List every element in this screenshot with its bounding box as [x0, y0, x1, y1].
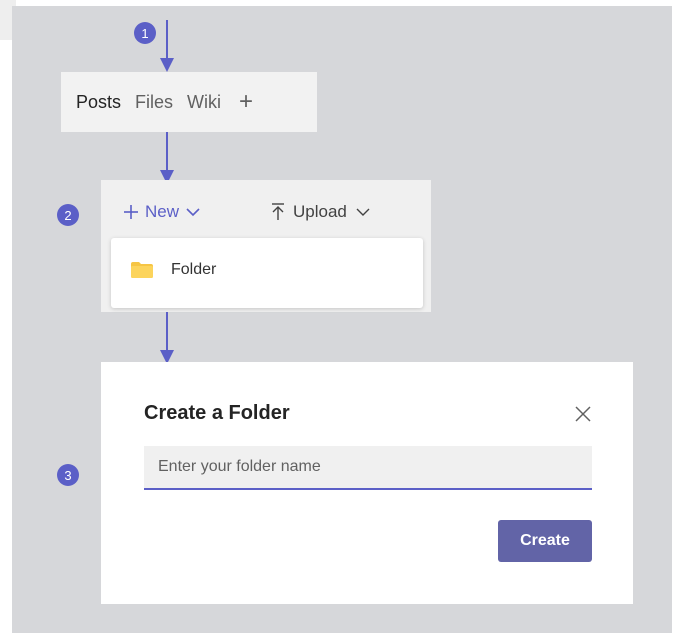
create-folder-dialog: Create a Folder Create	[101, 362, 633, 604]
plus-icon	[124, 205, 138, 219]
new-button-label: New	[145, 202, 180, 221]
upload-button[interactable]: Upload	[271, 202, 371, 222]
new-button[interactable]: New	[123, 202, 201, 222]
chevron-down-icon	[186, 208, 200, 217]
add-tab-plus-icon[interactable]: +	[239, 90, 253, 114]
upload-icon	[272, 203, 284, 220]
tab-wiki[interactable]: Wiki	[187, 92, 221, 113]
tab-files[interactable]: Files	[135, 92, 173, 113]
step-badge-2: 2	[57, 204, 79, 226]
new-dropdown-menu: Folder	[111, 238, 423, 308]
menu-item-folder-label: Folder	[171, 261, 217, 278]
instruction-canvas: 1 Posts Files Wiki + 2 New Upload Folder…	[12, 6, 672, 633]
files-toolbar: New Upload Folder	[101, 180, 431, 312]
arrow-down-icon	[160, 132, 174, 184]
channel-tabs: Posts Files Wiki +	[61, 72, 317, 132]
folder-icon	[131, 262, 153, 278]
create-button[interactable]: Create	[498, 520, 592, 562]
tab-posts[interactable]: Posts	[76, 92, 121, 113]
arrow-down-icon	[160, 312, 174, 364]
arrow-down-icon	[160, 20, 174, 72]
step-badge-3: 3	[57, 464, 79, 486]
upload-button-label: Upload	[293, 202, 347, 221]
menu-item-folder[interactable]: Folder	[131, 261, 216, 279]
close-icon[interactable]	[573, 404, 593, 424]
folder-name-input[interactable]	[144, 446, 592, 490]
dialog-title: Create a Folder	[144, 402, 290, 424]
chevron-down-icon	[356, 208, 370, 216]
step-badge-1: 1	[134, 22, 156, 44]
